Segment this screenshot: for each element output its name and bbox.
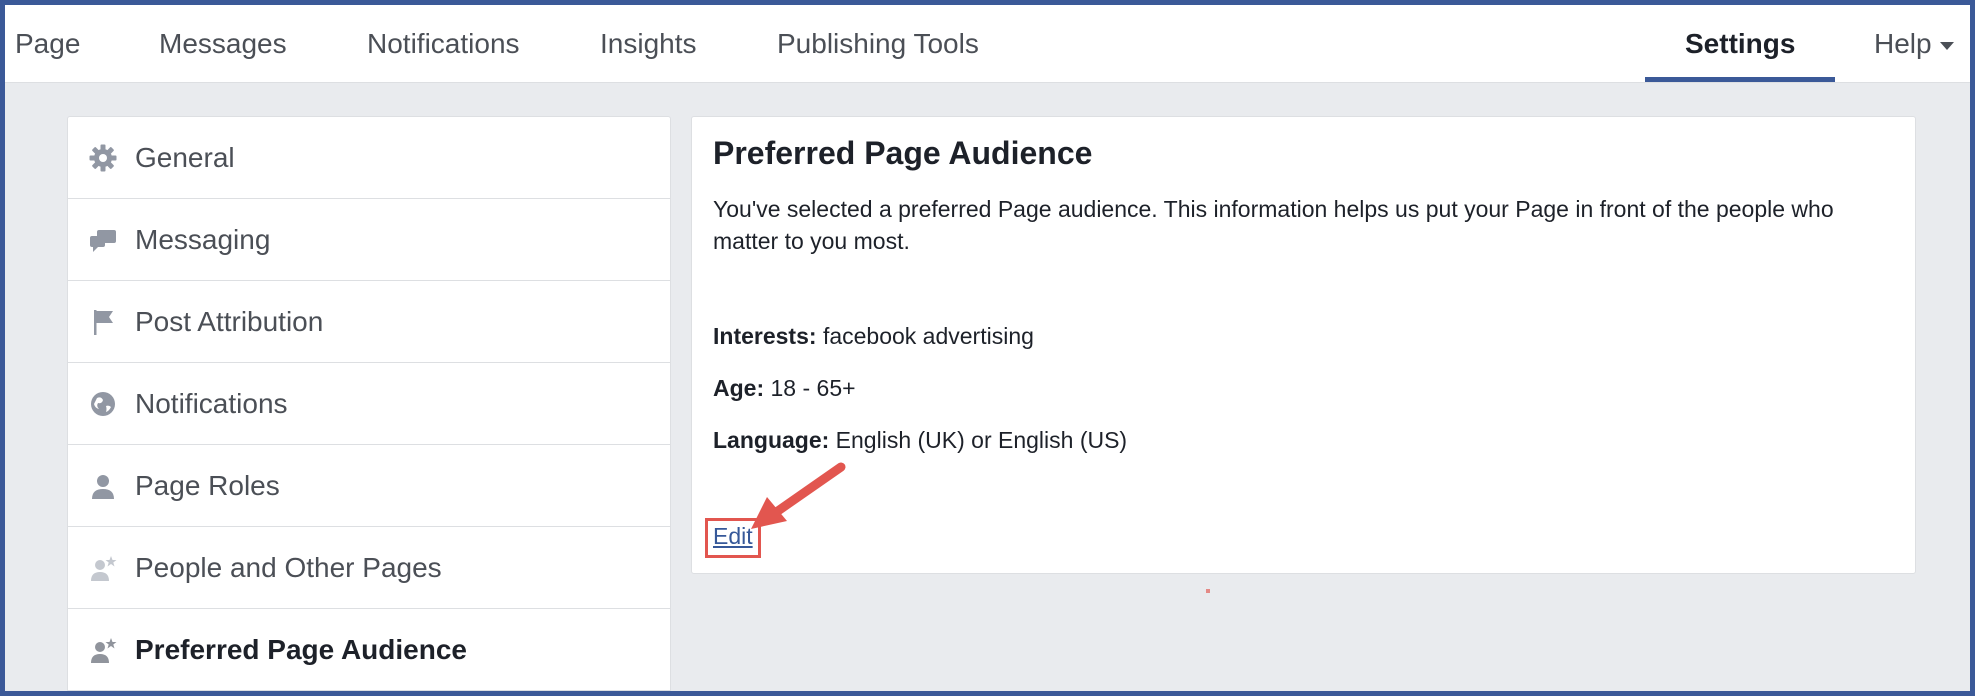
sidebar-item-post-attribution[interactable]: Post Attribution <box>68 281 670 363</box>
settings-sidebar: General Messaging Post Attribution Notif… <box>67 116 671 691</box>
nav-tab-messages[interactable]: Messages <box>159 5 287 82</box>
sidebar-item-general[interactable]: General <box>68 117 670 199</box>
nav-tab-page[interactable]: Page <box>15 5 80 82</box>
person-star-icon <box>91 556 117 581</box>
sidebar-item-messaging[interactable]: Messaging <box>68 199 670 281</box>
nav-tab-publishing-tools[interactable]: Publishing Tools <box>777 5 979 82</box>
language-label: Language: <box>713 427 830 453</box>
sidebar-item-notifications[interactable]: Notifications <box>68 363 670 445</box>
sidebar-item-page-roles[interactable]: Page Roles <box>68 445 670 527</box>
nav-tab-notifications[interactable]: Notifications <box>367 5 520 82</box>
globe-icon <box>91 392 115 416</box>
chat-bubbles-icon <box>90 230 116 252</box>
app-frame: Page Messages Notifications Insights Pub… <box>0 0 1975 696</box>
interests-label: Interests: <box>713 323 817 349</box>
nav-help-label: Help <box>1874 28 1932 59</box>
sidebar-item-label: Messaging <box>135 224 271 255</box>
sidebar-item-label: General <box>135 142 235 173</box>
flag-icon <box>94 310 113 335</box>
annotation-dot <box>1206 589 1210 593</box>
caret-down-icon <box>1939 41 1954 50</box>
interests-value: facebook advertising <box>822 323 1034 349</box>
age-label: Age: <box>713 375 765 401</box>
person-star-icon <box>91 638 117 663</box>
nav-tab-insights[interactable]: Insights <box>600 5 697 82</box>
sidebar-item-label: Preferred Page Audience <box>135 634 467 665</box>
top-nav: Page Messages Notifications Insights Pub… <box>5 5 1970 83</box>
age-value: 18 - 65+ <box>770 375 856 401</box>
person-icon <box>92 475 114 499</box>
preferred-audience-panel: Preferred Page Audience You've selected … <box>691 116 1916 574</box>
gear-icon <box>89 144 117 172</box>
language-value: English (UK) or English (US) <box>835 427 1128 453</box>
sidebar-item-preferred-page-audience[interactable]: Preferred Page Audience <box>68 609 670 691</box>
age-row: Age: 18 - 65+ <box>713 375 856 402</box>
active-tab-indicator <box>1645 77 1835 82</box>
interests-row: Interests: facebook advertising <box>713 323 1034 350</box>
panel-title: Preferred Page Audience <box>713 135 1093 171</box>
sidebar-item-label: Notifications <box>135 388 288 419</box>
sidebar-item-label: Page Roles <box>135 470 280 501</box>
nav-help-menu[interactable]: Help <box>1874 5 1954 82</box>
language-row: Language: English (UK) or English (US) <box>713 427 1127 454</box>
sidebar-item-label: People and Other Pages <box>135 552 442 583</box>
annotation-arrow-icon <box>751 462 846 529</box>
nav-tab-settings[interactable]: Settings <box>1685 5 1795 82</box>
sidebar-item-label: Post Attribution <box>135 306 324 337</box>
panel-description: You've selected a preferred Page audienc… <box>713 196 1834 254</box>
sidebar-item-people-and-other-pages[interactable]: People and Other Pages <box>68 527 670 609</box>
